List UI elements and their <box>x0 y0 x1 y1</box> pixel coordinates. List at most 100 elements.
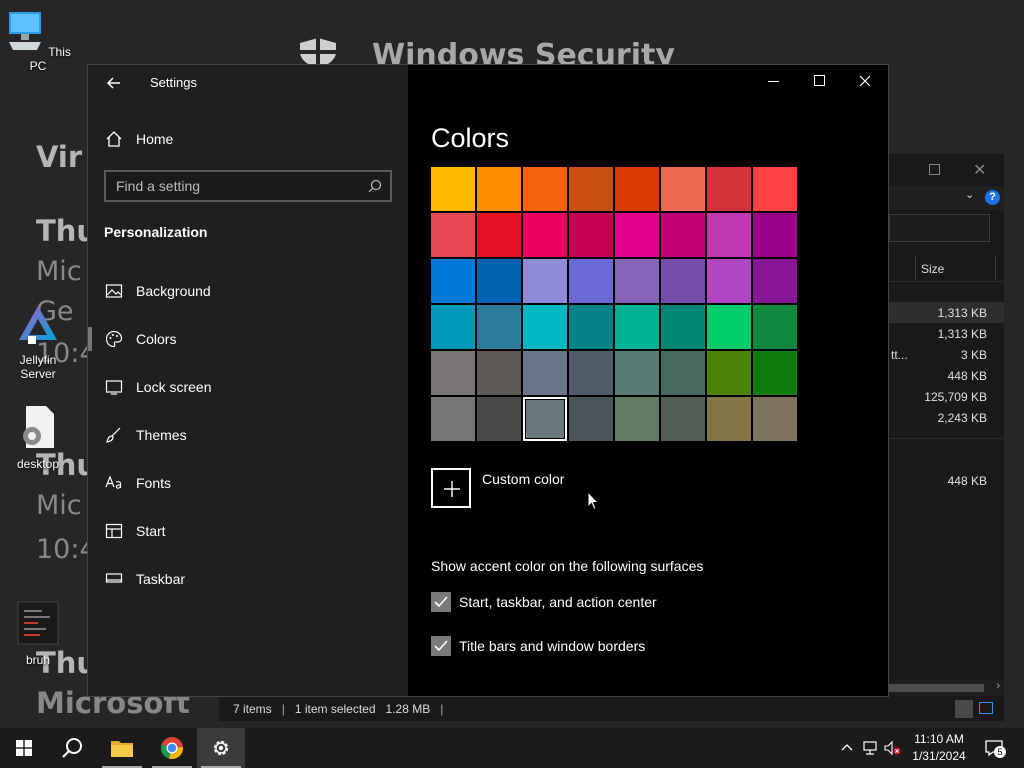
find-setting-search[interactable] <box>104 170 392 202</box>
nav-home[interactable]: Home <box>88 125 408 153</box>
color-swatch[interactable] <box>615 167 659 211</box>
color-swatch[interactable] <box>707 213 751 257</box>
help-icon[interactable]: ? <box>985 190 1000 205</box>
maximize-icon[interactable] <box>929 164 940 175</box>
color-swatch[interactable] <box>615 305 659 349</box>
back-arrow-icon[interactable] <box>104 73 124 93</box>
color-swatch[interactable] <box>431 305 475 349</box>
sidebar-item-start[interactable]: Start <box>88 511 408 551</box>
file-explorer-button[interactable] <box>98 728 146 768</box>
sidebar-item-taskbar[interactable]: Taskbar <box>88 559 408 599</box>
start-button[interactable] <box>0 728 48 768</box>
color-swatch[interactable] <box>615 397 659 441</box>
color-swatch[interactable] <box>477 351 521 395</box>
color-swatch[interactable] <box>477 213 521 257</box>
color-swatch[interactable] <box>477 397 521 441</box>
color-swatch[interactable] <box>477 305 521 349</box>
close-button[interactable] <box>842 65 888 99</box>
color-swatch[interactable] <box>707 351 751 395</box>
color-swatch[interactable] <box>477 259 521 303</box>
desktop-icon-desktop[interactable]: desktop <box>3 404 73 471</box>
checkbox[interactable] <box>431 636 451 656</box>
notification-center-icon[interactable]: 5 <box>984 738 1006 758</box>
color-swatch[interactable] <box>661 397 705 441</box>
table-row[interactable]: 1,313 KB <box>889 323 1004 344</box>
search-button[interactable] <box>48 728 96 768</box>
sidebar-item-lock-screen[interactable]: Lock screen <box>88 367 408 407</box>
color-swatch[interactable] <box>523 167 567 211</box>
table-row[interactable]: 448 KB <box>889 365 1004 386</box>
desktop-icon-jellyfin[interactable]: Jellyfin Server <box>3 302 73 381</box>
color-swatch[interactable] <box>661 259 705 303</box>
table-row[interactable]: 448 KB <box>889 470 1004 491</box>
color-swatch[interactable] <box>523 305 567 349</box>
color-swatch[interactable] <box>753 351 797 395</box>
color-swatch[interactable] <box>523 213 567 257</box>
search-input[interactable] <box>116 177 356 195</box>
custom-color-button[interactable] <box>431 468 471 508</box>
table-row[interactable]: tt... 3 KB <box>889 344 1004 365</box>
color-swatch[interactable] <box>661 351 705 395</box>
search-icon[interactable] <box>368 179 382 193</box>
color-swatch[interactable] <box>431 213 475 257</box>
sidebar-item-background[interactable]: Background <box>88 271 408 311</box>
color-swatch[interactable] <box>707 397 751 441</box>
explorer-search-input[interactable] <box>889 214 990 242</box>
desktop-icon-this-pc[interactable]: This PC <box>3 8 73 73</box>
maximize-button[interactable] <box>796 65 842 99</box>
color-swatch[interactable] <box>661 305 705 349</box>
color-swatch[interactable] <box>661 167 705 211</box>
volume-muted-icon[interactable] <box>884 740 901 756</box>
chevron-down-icon[interactable]: ⌄ <box>965 188 974 201</box>
custom-color-label[interactable]: Custom color <box>482 471 564 487</box>
color-swatch[interactable] <box>431 167 475 211</box>
desktop-icon-bruh[interactable]: bruh <box>3 600 73 667</box>
sidebar-item-themes[interactable]: Themes <box>88 415 408 455</box>
table-row[interactable]: 1,313 KB <box>889 302 1004 323</box>
color-swatch[interactable] <box>477 167 521 211</box>
minimize-button[interactable] <box>750 65 796 99</box>
color-swatch[interactable] <box>569 397 613 441</box>
color-swatch[interactable] <box>753 305 797 349</box>
color-swatch[interactable] <box>431 397 475 441</box>
sidebar-item-fonts[interactable]: Fonts <box>88 463 408 503</box>
color-swatch[interactable] <box>753 259 797 303</box>
system-clock[interactable]: 11:10 AM 1/31/2024 <box>900 731 978 765</box>
color-swatch[interactable] <box>707 259 751 303</box>
table-row[interactable]: 2,243 KB <box>889 407 1004 428</box>
tiles-view-icon[interactable] <box>979 702 993 714</box>
color-swatch[interactable] <box>569 305 613 349</box>
details-view-icon[interactable] <box>955 700 973 718</box>
table-row[interactable]: 125,709 KB <box>889 386 1004 407</box>
checkbox[interactable] <box>431 592 451 612</box>
color-swatch[interactable] <box>615 351 659 395</box>
scroll-right-icon[interactable]: › <box>996 680 1000 692</box>
network-icon[interactable] <box>862 740 878 756</box>
color-swatch[interactable] <box>615 259 659 303</box>
color-swatch[interactable] <box>431 259 475 303</box>
scrollbar-thumb[interactable] <box>888 684 984 692</box>
color-swatch[interactable] <box>615 213 659 257</box>
color-swatch[interactable] <box>753 213 797 257</box>
color-swatch[interactable] <box>707 305 751 349</box>
color-swatch[interactable] <box>569 259 613 303</box>
chrome-button[interactable] <box>148 728 196 768</box>
settings-taskbar-button[interactable] <box>197 728 245 768</box>
column-header-size[interactable]: Size <box>889 256 1004 282</box>
color-swatch[interactable] <box>569 351 613 395</box>
chevron-up-icon[interactable] <box>839 740 855 756</box>
close-icon[interactable]: ✕ <box>973 160 986 180</box>
table-row[interactable] <box>889 438 1004 470</box>
color-swatch[interactable] <box>753 167 797 211</box>
color-swatch[interactable] <box>661 213 705 257</box>
color-swatch[interactable] <box>707 167 751 211</box>
color-swatch[interactable] <box>523 351 567 395</box>
color-swatch[interactable] <box>753 397 797 441</box>
color-swatch[interactable] <box>569 167 613 211</box>
sidebar-item-colors[interactable]: Colors <box>88 319 408 359</box>
color-swatch[interactable] <box>523 259 567 303</box>
color-swatch[interactable] <box>523 397 567 441</box>
color-swatch[interactable] <box>431 351 475 395</box>
horizontal-scrollbar[interactable]: › <box>888 680 1004 696</box>
explorer-address-bar[interactable]: ⌄ ? <box>889 186 1004 210</box>
